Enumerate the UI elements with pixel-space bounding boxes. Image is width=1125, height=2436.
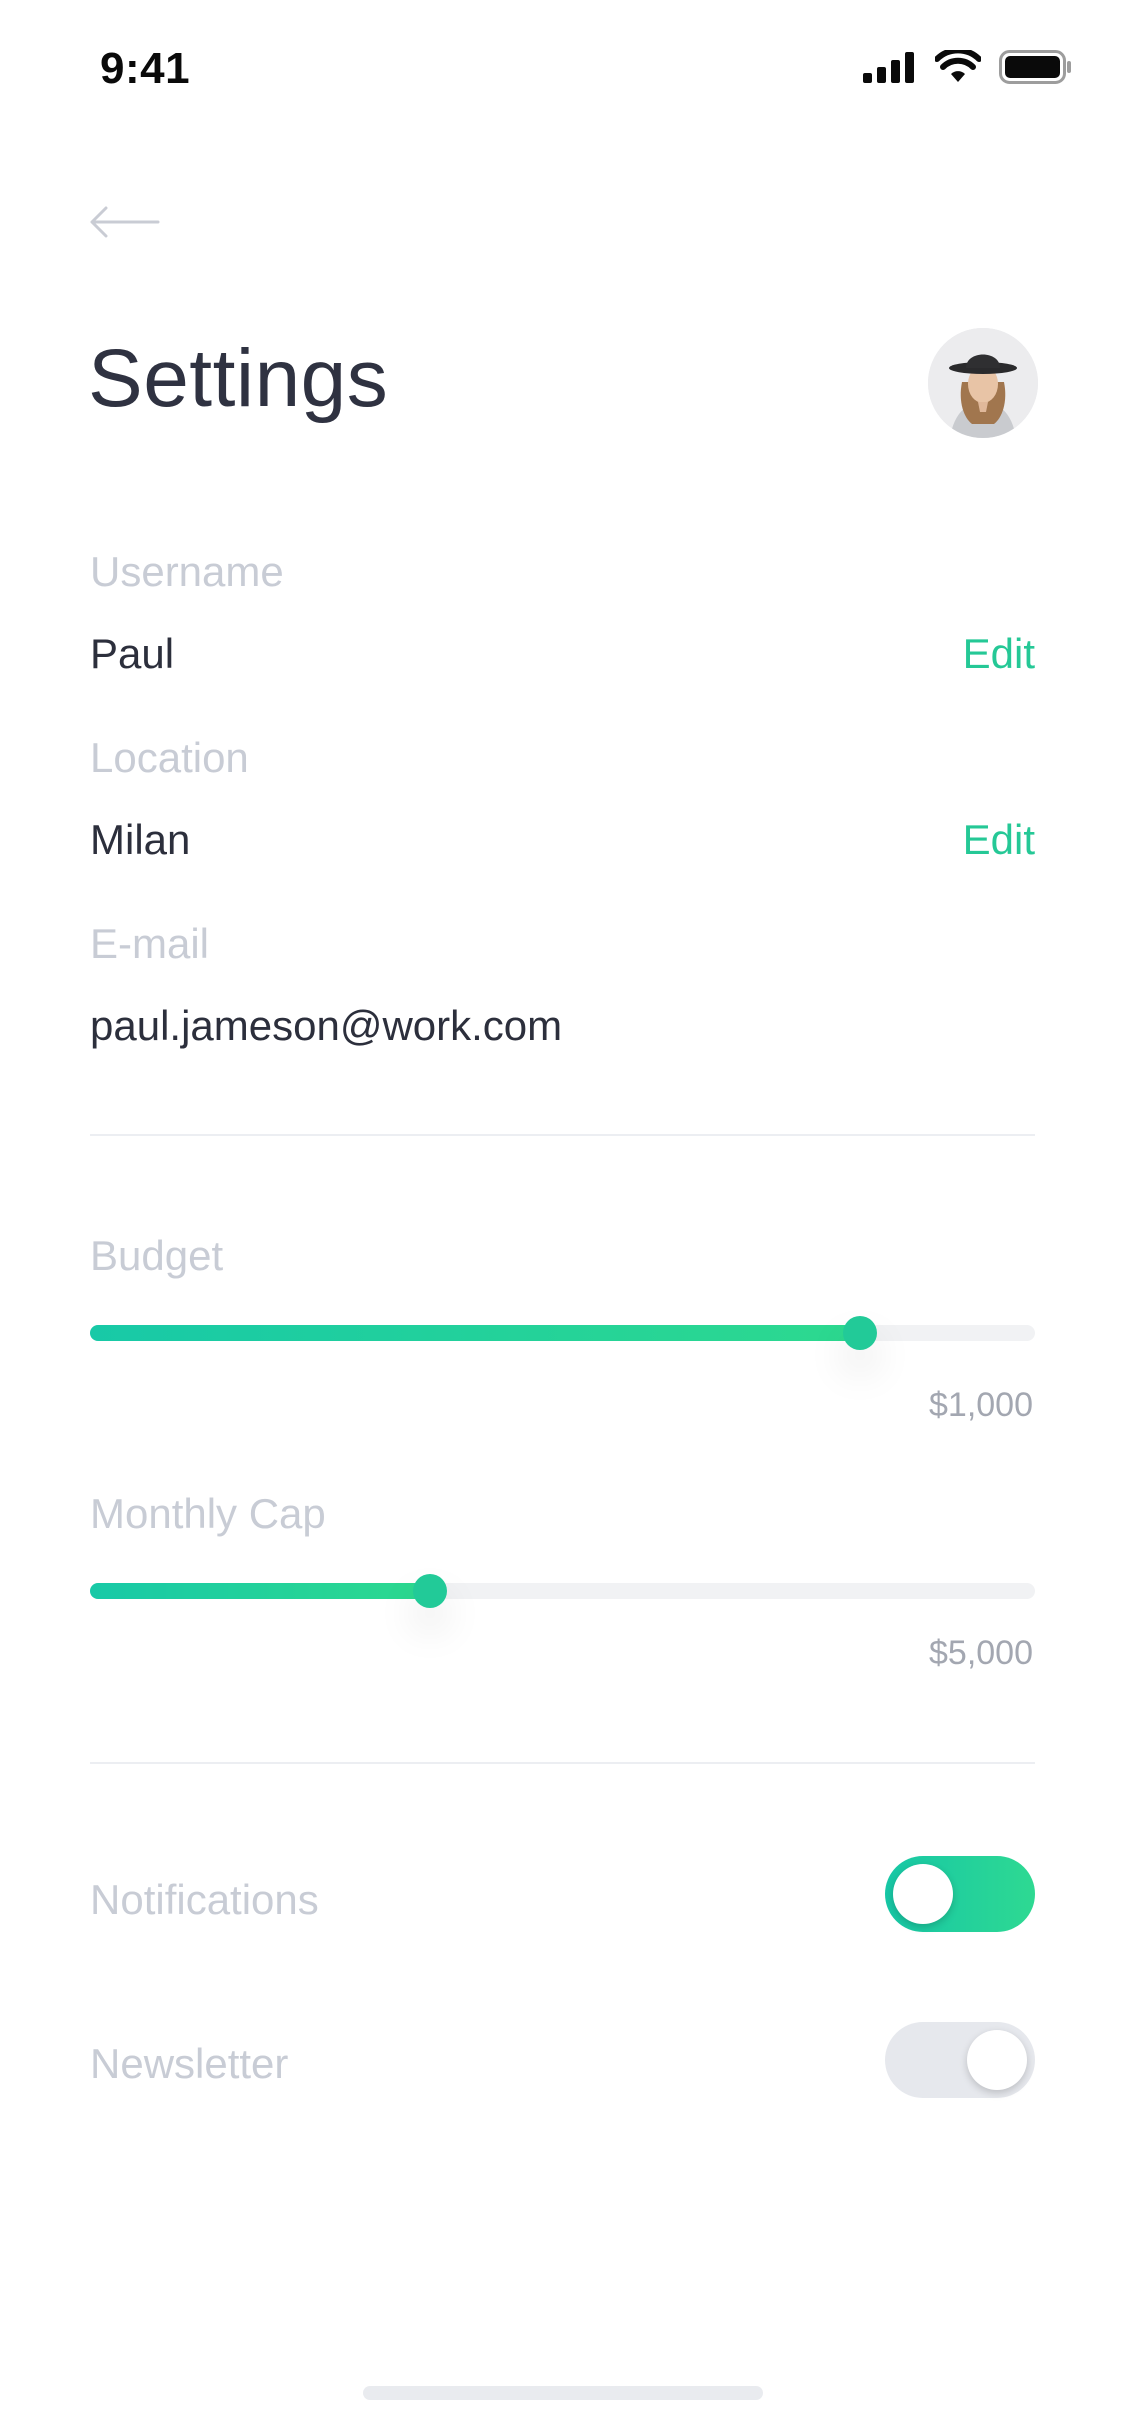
toggle-knob [893, 1864, 953, 1924]
budget-slider[interactable] [90, 1316, 1035, 1350]
email-label: E-mail [90, 920, 210, 967]
status-time: 9:41 [100, 44, 191, 93]
location-value: Milan [90, 816, 191, 863]
battery-icon [999, 50, 1071, 84]
status-icons [863, 50, 1073, 84]
avatar[interactable] [928, 328, 1038, 438]
signal-icon [863, 52, 914, 83]
newsletter-label: Newsletter [90, 2040, 289, 2087]
monthly-cap-slider-fill [90, 1583, 431, 1599]
avatar-image [928, 328, 1038, 438]
toggle-knob [967, 2030, 1027, 2090]
divider [90, 1762, 1035, 1764]
monthly-cap-slider-thumb[interactable] [413, 1574, 448, 1608]
username-value: Paul [90, 630, 175, 677]
monthly-cap-label: Monthly Cap [90, 1490, 326, 1537]
budget-label: Budget [90, 1232, 224, 1279]
monthly-cap-value: $5,000 [929, 1634, 1033, 1672]
username-label: Username [90, 548, 284, 595]
home-indicator [363, 2386, 763, 2400]
notifications-label: Notifications [90, 1876, 319, 1923]
email-value: paul.jameson@work.com [90, 1002, 563, 1049]
monthly-cap-slider[interactable] [90, 1574, 1035, 1608]
location-edit-button[interactable]: Edit [963, 816, 1035, 864]
divider [90, 1134, 1035, 1136]
budget-slider-fill [90, 1325, 861, 1341]
wifi-icon [935, 50, 981, 82]
page-title: Settings [88, 333, 389, 424]
username-edit-button[interactable]: Edit [963, 630, 1035, 678]
notifications-toggle[interactable] [885, 1856, 1035, 1932]
location-label: Location [90, 734, 249, 781]
newsletter-toggle[interactable] [885, 2022, 1035, 2098]
budget-value: $1,000 [929, 1386, 1033, 1424]
budget-slider-thumb[interactable] [843, 1316, 878, 1350]
back-arrow-icon[interactable] [88, 204, 160, 240]
